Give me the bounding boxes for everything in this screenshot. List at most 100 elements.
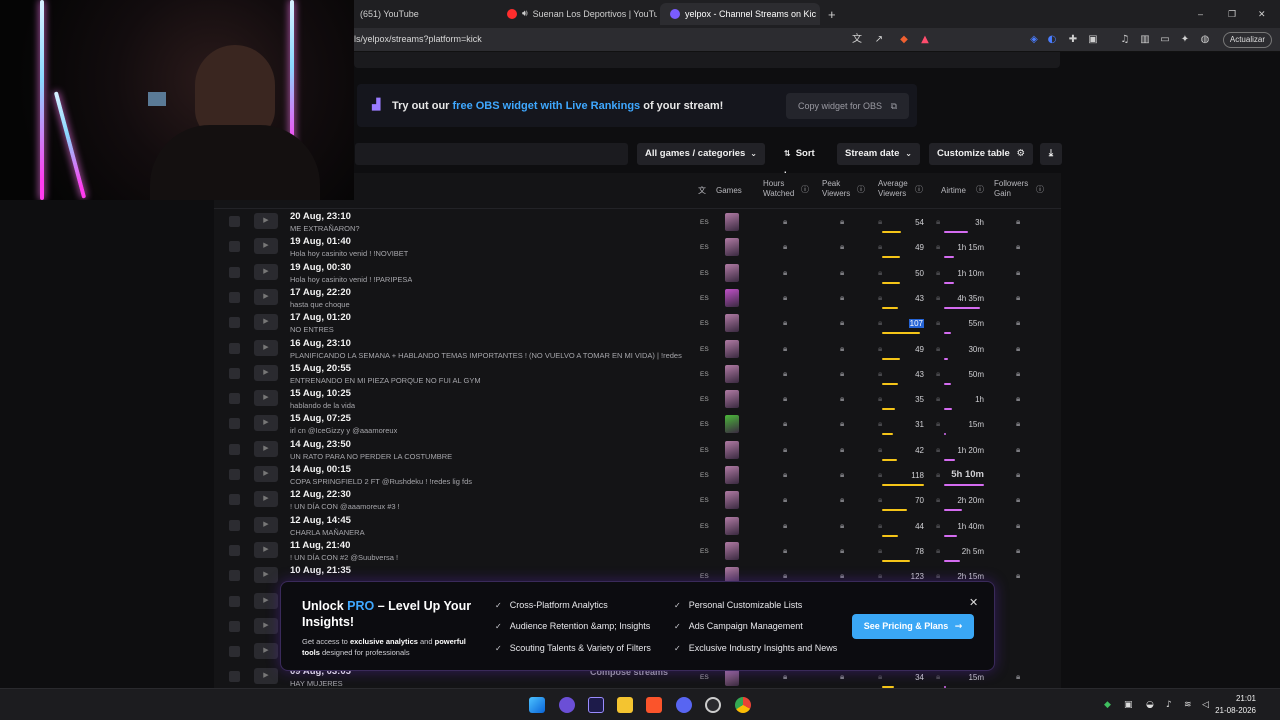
play-icon[interactable]: ▶ [254,668,278,685]
row-checkbox[interactable] [229,646,240,658]
play-icon[interactable]: ▶ [254,364,278,381]
download-button[interactable]: ⤓ [1040,143,1062,165]
games-filter-dropdown[interactable]: All games / categories ⌄ [637,143,765,165]
game-thumbnail[interactable] [725,466,739,484]
tab-yelpox-streams[interactable]: yelpox - Channel Streams on Kic ✕ [660,3,820,25]
play-icon[interactable]: ▶ [254,643,278,660]
row-checkbox[interactable] [229,367,240,379]
game-thumbnail[interactable] [725,364,739,383]
copy-widget-button[interactable]: Copy widget for OBS ⧉ [786,93,909,119]
tab-suenan-los-deportivos[interactable]: 🔊︎ Suenan Los Deportivos | YouTube [497,3,657,25]
game-thumbnail[interactable] [725,213,739,231]
restore-button[interactable]: ❐ [1224,3,1244,25]
row-checkbox[interactable] [229,241,240,253]
play-icon[interactable]: ▶ [254,339,278,356]
stream-date[interactable]: 15 Aug, 10:25 [290,388,351,399]
play-icon[interactable]: ▶ [254,213,278,229]
game-thumbnail[interactable] [725,440,739,459]
stream-date[interactable]: 12 Aug, 14:45 [290,515,351,526]
game-thumbnail[interactable] [725,314,739,333]
stream-date[interactable]: 14 Aug, 00:15 [290,464,351,475]
tray-icon[interactable]: ◆ [1104,700,1111,710]
update-button[interactable]: Actualizar [1222,32,1272,48]
network-icon[interactable]: ◒ [1146,700,1154,710]
col-peak-viewers[interactable]: Peak Viewers [822,179,850,199]
volume-icon[interactable]: ◁ [1202,700,1209,710]
game-thumbnail[interactable] [725,288,739,307]
row-checkbox[interactable] [229,342,240,354]
brave-shield-icon[interactable]: ◆ [897,33,911,47]
share-icon[interactable]: ↗ [872,33,886,47]
table-row[interactable]: ▶ 19 Aug, 00:30 Hola hoy casinito venid ! … [214,261,1061,286]
discord-icon[interactable] [676,697,692,713]
row-checkbox[interactable] [229,266,240,278]
app-icon[interactable] [559,697,575,713]
col-followers-gain[interactable]: Followers Gain [994,179,1028,199]
play-icon[interactable]: ▶ [254,238,278,255]
play-icon[interactable]: ▶ [254,390,278,407]
premiere-icon[interactable] [588,697,604,713]
play-icon[interactable]: ▶ [254,541,278,558]
play-icon[interactable]: ▶ [254,314,278,331]
game-thumbnail[interactable] [725,491,739,510]
game-thumbnail[interactable] [725,263,739,282]
close-icon[interactable]: ✕ [969,596,978,609]
search-input[interactable] [355,143,628,165]
system-clock[interactable]: 21:01 21-08-2026 [1215,693,1256,717]
stream-date[interactable]: 10 Aug, 21:35 [290,565,351,576]
game-thumbnail[interactable] [725,339,739,358]
translate-icon[interactable]: 文 [850,33,864,47]
row-checkbox[interactable] [229,494,240,506]
play-icon[interactable]: ▶ [254,567,278,584]
table-row[interactable]: ▶ 12 Aug, 14:45 CHARLA MAÑANERA ES 🔒︎ 🔒︎ 🔒︎ 44 🔒… [214,514,1061,539]
play-icon[interactable]: ▶ [254,440,278,457]
see-pricing-button[interactable]: See Pricing & Plans → [852,614,974,639]
extension-icon[interactable]: ◈ [1027,33,1041,47]
brave-icon[interactable] [646,697,662,713]
sort-dropdown[interactable]: Stream date ⌄ [837,143,920,165]
brave-rewards-icon[interactable]: ▲ [918,33,932,47]
table-row[interactable]: ▶ 17 Aug, 01:20 NO ENTRES ES 🔒︎ 🔒︎ 🔒︎ 107 🔒︎ 55m 🔒… [214,311,1061,336]
stream-date[interactable]: 19 Aug, 00:30 [290,262,351,273]
play-icon[interactable]: ▶ [254,491,278,508]
stream-date[interactable]: 11 Aug, 21:40 [290,540,350,551]
row-checkbox[interactable] [229,595,240,607]
col-games[interactable]: Games [716,186,742,196]
tray-icon[interactable]: ▣ [1124,700,1133,710]
row-checkbox[interactable] [229,620,240,632]
minimize-button[interactable]: – [1194,3,1214,25]
play-icon[interactable]: ▶ [254,466,278,482]
row-checkbox[interactable] [229,469,240,480]
col-hours-watched[interactable]: Hours Watched [763,179,794,199]
table-row[interactable]: ▶ 14 Aug, 23:50 UN RATO PARA NO PERDER LA … [214,438,1061,463]
start-menu-icon[interactable] [529,697,545,713]
customize-table-button[interactable]: Customize table ⚙ [929,143,1033,165]
row-checkbox[interactable] [229,443,240,455]
table-row[interactable]: ▶ 17 Aug, 22:20 hasta que choque ES 🔒︎ 🔒︎ 🔒︎ 43… [214,286,1061,311]
row-checkbox[interactable] [229,519,240,531]
chrome-icon[interactable] [735,697,751,713]
table-row[interactable]: ▶ 19 Aug, 01:40 Hola hoy casinito venid ! … [214,235,1061,260]
row-checkbox[interactable] [229,216,240,227]
table-row[interactable]: ▶ 11 Aug, 21:40! UN DÍA CON #2 @Suubversa… [214,539,1061,564]
game-thumbnail[interactable] [725,668,739,687]
row-checkbox[interactable] [229,418,240,430]
table-row[interactable]: ▶ 15 Aug, 20:55 ENTRENANDO EN MI PIEZA POR… [214,362,1061,387]
game-thumbnail[interactable] [725,238,739,257]
sidebar-icon[interactable]: ▥ [1138,33,1152,47]
row-checkbox[interactable] [229,671,240,683]
obs-widget-link[interactable]: free OBS widget with Live Rankings [453,100,641,112]
play-icon[interactable]: ▶ [254,617,278,634]
stream-date[interactable]: 15 Aug, 20:55 [290,363,351,374]
stream-date[interactable]: 15 Aug, 07:25 [290,413,351,424]
wifi-icon[interactable]: ≋ [1184,700,1192,710]
stream-date[interactable]: 14 Aug, 23:50 [290,439,351,450]
col-airtime[interactable]: Airtime [941,186,966,196]
extensions-icon[interactable]: ✚ [1066,33,1080,47]
table-row[interactable]: ▶ 15 Aug, 10:25 hablando de la vida ES 🔒︎ 🔒︎ 🔒… [214,387,1061,412]
vpn-icon[interactable]: ◍ [1198,33,1212,47]
stream-date[interactable]: 19 Aug, 01:40 [290,236,351,247]
wallet-icon[interactable]: ▭ [1158,33,1172,47]
file-explorer-icon[interactable] [617,697,633,713]
tab-youtube[interactable]: (651) YouTube [350,3,490,25]
